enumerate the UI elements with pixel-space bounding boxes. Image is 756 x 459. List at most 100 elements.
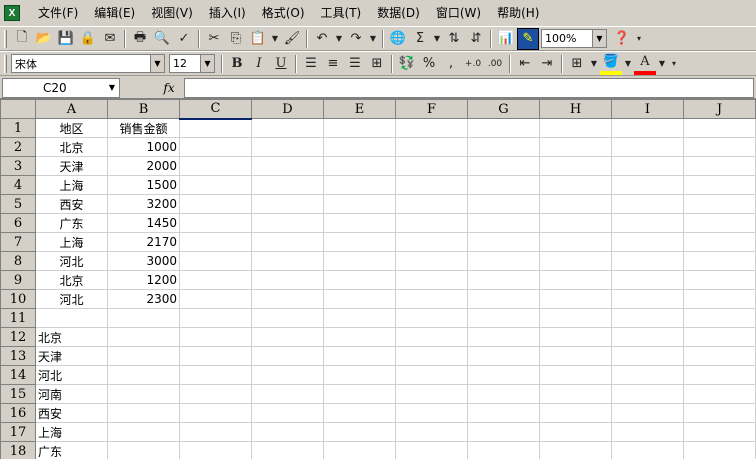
zoom-select[interactable]: 100% ▼ xyxy=(541,29,607,48)
cell[interactable] xyxy=(179,327,252,347)
cell[interactable] xyxy=(251,346,324,366)
row-header[interactable]: 10 xyxy=(0,289,36,309)
cell-a[interactable]: 北京 xyxy=(35,137,108,157)
cell[interactable] xyxy=(323,194,396,214)
menu-insert[interactable]: 插入(I) xyxy=(201,0,254,26)
toolbar-grip[interactable] xyxy=(4,29,7,48)
menu-help[interactable]: 帮助(H) xyxy=(489,0,547,26)
format-painter-icon[interactable]: 🖌 xyxy=(281,28,303,50)
cell-b[interactable] xyxy=(107,308,180,328)
cell[interactable] xyxy=(467,384,540,404)
cell[interactable] xyxy=(179,308,252,328)
cell[interactable] xyxy=(467,365,540,385)
cell[interactable] xyxy=(179,289,252,309)
cell[interactable] xyxy=(467,118,540,138)
cell[interactable] xyxy=(251,365,324,385)
cell[interactable] xyxy=(611,270,684,290)
cell-b[interactable] xyxy=(107,422,180,442)
cell[interactable] xyxy=(683,118,756,138)
cell[interactable] xyxy=(251,156,324,176)
cell[interactable] xyxy=(683,384,756,404)
cell[interactable] xyxy=(539,137,612,157)
cell[interactable] xyxy=(539,403,612,423)
cell[interactable] xyxy=(539,213,612,233)
cell[interactable] xyxy=(179,232,252,252)
cell[interactable] xyxy=(683,137,756,157)
cell[interactable] xyxy=(611,327,684,347)
cell[interactable] xyxy=(611,251,684,271)
cell-a[interactable]: 西安 xyxy=(35,194,108,214)
toolbar-grip[interactable] xyxy=(4,54,7,73)
cell[interactable] xyxy=(611,441,684,459)
cell-a[interactable]: 河北 xyxy=(35,251,108,271)
cell[interactable] xyxy=(251,327,324,347)
email-icon[interactable]: ✉ xyxy=(99,28,121,50)
cell-a[interactable] xyxy=(35,308,108,328)
cell[interactable] xyxy=(323,270,396,290)
print-icon[interactable]: 🖶 xyxy=(129,28,151,50)
cell[interactable] xyxy=(323,327,396,347)
font-size-select[interactable]: 12 ▼ xyxy=(169,54,215,73)
cell[interactable] xyxy=(179,403,252,423)
paste-icon[interactable]: 📋 xyxy=(247,28,269,50)
sort-descending-icon[interactable]: ⇵ xyxy=(465,28,487,50)
fill-color-icon[interactable]: 🪣 xyxy=(600,53,622,75)
cell[interactable] xyxy=(179,156,252,176)
cell[interactable] xyxy=(611,137,684,157)
row-header[interactable]: 5 xyxy=(0,194,36,214)
bold-button[interactable]: B xyxy=(226,53,248,75)
borders-icon[interactable]: ⊞ xyxy=(566,53,588,75)
cell[interactable] xyxy=(251,251,324,271)
cell-a[interactable]: 西安 xyxy=(35,403,108,423)
cell[interactable] xyxy=(323,441,396,459)
cell[interactable] xyxy=(395,403,468,423)
help-icon[interactable]: ❓ xyxy=(611,28,633,50)
cell[interactable] xyxy=(323,232,396,252)
cell[interactable] xyxy=(323,365,396,385)
cell[interactable] xyxy=(683,156,756,176)
cell[interactable] xyxy=(323,289,396,309)
cell[interactable] xyxy=(179,194,252,214)
cell-b[interactable]: 3000 xyxy=(107,251,180,271)
cell[interactable] xyxy=(179,365,252,385)
cell[interactable] xyxy=(611,346,684,366)
cell[interactable] xyxy=(539,194,612,214)
redo-icon[interactable]: ↷ xyxy=(345,28,367,50)
menu-window[interactable]: 窗口(W) xyxy=(428,0,489,26)
cell[interactable] xyxy=(611,175,684,195)
cell[interactable] xyxy=(179,441,252,459)
cell[interactable] xyxy=(467,175,540,195)
cell-b[interactable] xyxy=(107,365,180,385)
menu-file[interactable]: 文件(F) xyxy=(30,0,86,26)
cell[interactable] xyxy=(611,194,684,214)
cell[interactable] xyxy=(683,175,756,195)
column-header-a[interactable]: A xyxy=(35,99,108,119)
cell[interactable] xyxy=(683,441,756,459)
cell[interactable] xyxy=(683,422,756,442)
cell[interactable] xyxy=(683,270,756,290)
zoom-dropdown-icon[interactable]: ▼ xyxy=(592,30,606,47)
cell[interactable] xyxy=(323,384,396,404)
column-header-h[interactable]: H xyxy=(539,99,612,119)
cell[interactable] xyxy=(683,365,756,385)
cell[interactable] xyxy=(251,270,324,290)
row-header[interactable]: 15 xyxy=(0,384,36,404)
cell[interactable] xyxy=(251,118,324,138)
cell[interactable] xyxy=(395,308,468,328)
cell[interactable] xyxy=(323,403,396,423)
align-right-icon[interactable]: ☰ xyxy=(344,53,366,75)
cell-a[interactable]: 北京 xyxy=(35,327,108,347)
cell-a[interactable]: 河北 xyxy=(35,365,108,385)
cell[interactable] xyxy=(179,346,252,366)
font-color-button[interactable]: A xyxy=(634,53,656,75)
cell[interactable] xyxy=(251,308,324,328)
cell[interactable] xyxy=(539,118,612,138)
excel-app-icon[interactable]: X xyxy=(4,5,20,21)
row-header[interactable]: 12 xyxy=(0,327,36,347)
copy-icon[interactable]: ⎘ xyxy=(225,28,247,50)
row-header[interactable]: 16 xyxy=(0,403,36,423)
decrease-decimal-button[interactable]: .00 xyxy=(484,53,506,75)
cell[interactable] xyxy=(395,270,468,290)
font-name-dropdown-icon[interactable]: ▼ xyxy=(150,55,164,72)
font-name-select[interactable]: 宋体 ▼ xyxy=(11,54,165,73)
